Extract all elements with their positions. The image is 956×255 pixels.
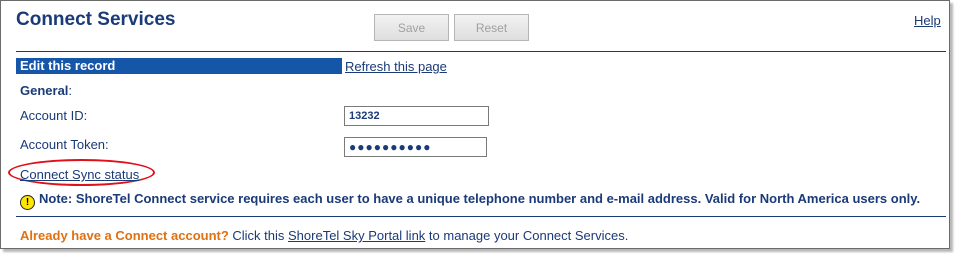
divider-bottom — [16, 216, 946, 217]
reset-button[interactable]: Reset — [454, 14, 529, 41]
footer-prompt: Already have a Connect account? — [20, 228, 229, 243]
page-title: Connect Services — [16, 9, 176, 30]
account-token-label: Account Token: — [20, 137, 109, 152]
account-id-input[interactable]: 13232 — [344, 106, 489, 126]
connect-sync-status-link[interactable]: Connect Sync status — [20, 167, 139, 182]
footer-text-before: Click this — [228, 228, 289, 243]
divider-top — [16, 51, 946, 52]
footer-text-after: to manage your Connect Services. — [425, 228, 629, 243]
general-heading: General: — [20, 83, 72, 98]
help-link[interactable]: Help — [914, 13, 941, 28]
content-frame: Connect Services Save Reset Help Edit th… — [0, 0, 950, 249]
note-message: ! Note: ShoreTel Connect service requires… — [20, 191, 920, 210]
general-heading-colon: : — [68, 83, 73, 98]
account-id-label: Account ID: — [20, 108, 88, 123]
account-token-input[interactable]: ●●●●●●●●●● — [344, 137, 487, 157]
footer-message: Already have a Connect account? Click th… — [20, 228, 628, 243]
sky-portal-link[interactable]: ShoreTel Sky Portal link — [288, 228, 425, 243]
warning-icon: ! — [20, 195, 35, 210]
section-header: Edit this record — [16, 58, 342, 74]
refresh-link[interactable]: Refresh this page — [345, 59, 447, 74]
save-button[interactable]: Save — [374, 14, 449, 41]
general-heading-label: General — [20, 83, 69, 98]
note-text: Note: ShoreTel Connect service requires … — [39, 191, 921, 206]
